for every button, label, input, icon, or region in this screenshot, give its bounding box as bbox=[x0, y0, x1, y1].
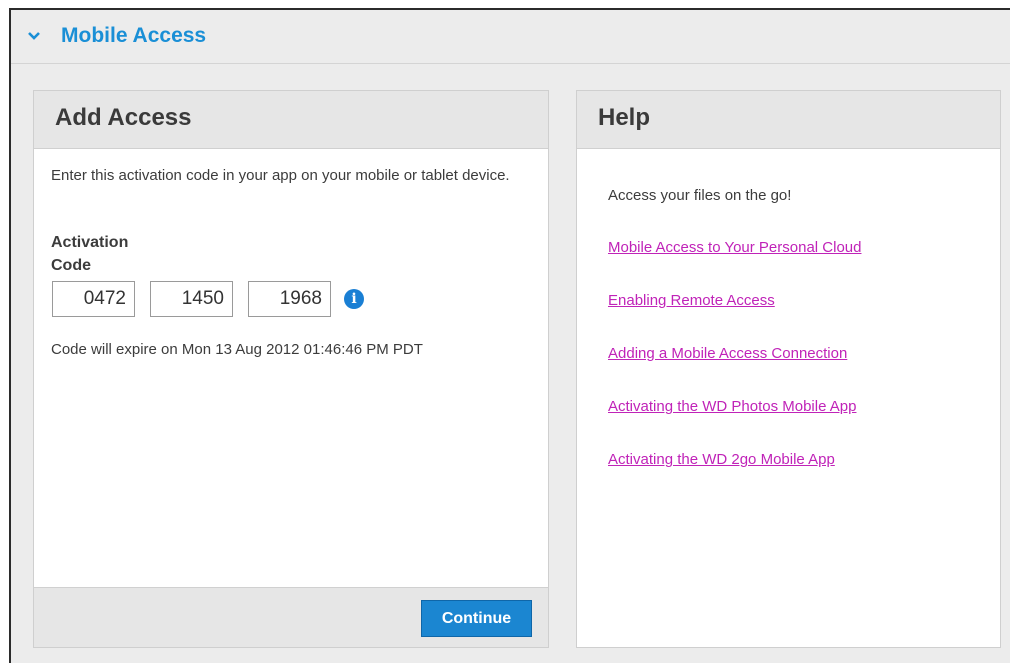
help-header: Help bbox=[577, 91, 1000, 149]
section-header[interactable]: Mobile Access bbox=[11, 10, 1010, 64]
add-access-title: Add Access bbox=[55, 104, 192, 131]
activation-code-part-2[interactable] bbox=[150, 281, 233, 317]
activation-code-label: Activation Code bbox=[51, 234, 129, 274]
help-link-wd-photos[interactable]: Activating the WD Photos Mobile App bbox=[608, 398, 856, 415]
mobile-access-section: Mobile Access Add Access Enter this acti… bbox=[9, 8, 1010, 663]
help-link-remote-access[interactable]: Enabling Remote Access bbox=[608, 292, 775, 309]
help-panel: Help Access your files on the go! Mobile… bbox=[576, 90, 1001, 648]
activation-code-part-3[interactable] bbox=[248, 281, 331, 317]
chevron-down-icon[interactable] bbox=[26, 28, 42, 44]
info-icon[interactable]: i bbox=[344, 289, 364, 309]
list-item: Adding a Mobile Access Connection bbox=[608, 345, 861, 398]
help-link-wd-2go[interactable]: Activating the WD 2go Mobile App bbox=[608, 451, 835, 468]
code-expiration-text: Code will expire on Mon 13 Aug 2012 01:4… bbox=[51, 341, 423, 358]
continue-button[interactable]: Continue bbox=[421, 600, 532, 637]
list-item: Activating the WD 2go Mobile App bbox=[608, 451, 861, 504]
section-title: Mobile Access bbox=[61, 24, 207, 47]
help-intro-text: Access your files on the go! bbox=[608, 187, 792, 204]
help-link-add-connection[interactable]: Adding a Mobile Access Connection bbox=[608, 345, 847, 362]
list-item: Enabling Remote Access bbox=[608, 292, 861, 345]
list-item: Activating the WD Photos Mobile App bbox=[608, 398, 861, 451]
add-access-footer: Continue bbox=[34, 587, 548, 647]
help-title: Help bbox=[598, 104, 651, 131]
help-link-personal-cloud[interactable]: Mobile Access to Your Personal Cloud bbox=[608, 239, 861, 256]
activation-code-part-1[interactable] bbox=[52, 281, 135, 317]
activation-instructions: Enter this activation code in your app o… bbox=[51, 167, 510, 184]
help-links-list: Mobile Access to Your Personal Cloud Ena… bbox=[608, 239, 861, 504]
add-access-panel: Add Access Enter this activation code in… bbox=[33, 90, 549, 648]
list-item: Mobile Access to Your Personal Cloud bbox=[608, 239, 861, 292]
add-access-header: Add Access bbox=[34, 91, 548, 149]
